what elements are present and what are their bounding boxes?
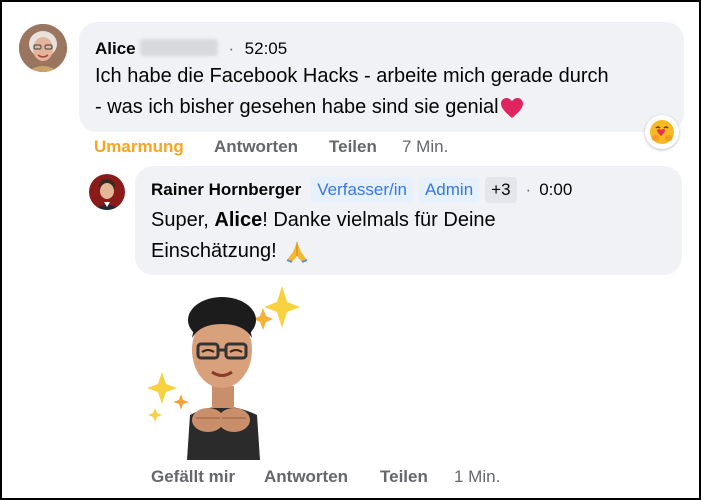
reply-button[interactable]: Antworten xyxy=(214,137,298,157)
reply-bubble: Rainer Hornberger Verfasser/in Admin +3 … xyxy=(135,166,682,275)
separator-dot: · xyxy=(525,180,532,199)
avatar-sticker[interactable] xyxy=(142,280,302,460)
comment-text-line2-row: - was ich bisher gesehen habe sind sie g… xyxy=(95,92,609,123)
avatar-alice[interactable] xyxy=(19,24,67,72)
author-badge[interactable]: Verfasser/in xyxy=(311,177,413,203)
reply-text-line2-row: Einschätzung! xyxy=(151,236,496,267)
hug-emoji-icon xyxy=(650,120,674,144)
reply-timestamp[interactable]: 0:00 xyxy=(539,180,572,200)
admin-badge[interactable]: Admin xyxy=(418,177,480,203)
hug-reaction-badge[interactable] xyxy=(645,115,679,149)
reply-reply-button[interactable]: Antworten xyxy=(264,467,348,487)
share-button[interactable]: Teilen xyxy=(329,137,377,157)
like-button[interactable]: Gefällt mir xyxy=(151,467,235,487)
blurred-surname xyxy=(140,39,219,56)
reply-text-rest: ! Danke vielmals für Deine xyxy=(262,209,496,231)
avatar-rainer[interactable] xyxy=(89,174,125,210)
avatar-alice-image xyxy=(19,24,67,72)
mention-alice[interactable]: Alice xyxy=(214,209,262,231)
reaction-hug-button[interactable]: Umarmung xyxy=(94,137,184,157)
sticker-image xyxy=(147,286,300,460)
reply-header: Rainer Hornberger Verfasser/in Admin +3 … xyxy=(151,177,572,203)
separator-dot: · xyxy=(228,39,235,58)
comment-text-line1: Ich habe die Facebook Hacks - arbeite mi… xyxy=(95,65,609,87)
comment-header: Alice · 52:05 xyxy=(95,39,287,59)
comment-timestamp[interactable]: 52:05 xyxy=(245,39,288,58)
reply-text-line1: Super, Alice! Danke vielmals für Deine xyxy=(151,205,496,236)
comment-thread: Alice · 52:05 Ich habe die Facebook Hack… xyxy=(2,2,699,498)
folded-hands-icon xyxy=(286,241,308,263)
reply-text-prefix: Super, xyxy=(151,209,215,231)
comment-text-line2: - was ich bisher gesehen habe sind sie g… xyxy=(95,96,499,118)
comment-bubble: Alice · 52:05 Ich habe die Facebook Hack… xyxy=(79,22,684,132)
comment-author[interactable]: Alice xyxy=(95,39,136,58)
reply-text: Super, Alice! Danke vielmals für Deine E… xyxy=(151,205,496,267)
reply-share-button[interactable]: Teilen xyxy=(380,467,428,487)
comment-age[interactable]: 7 Min. xyxy=(402,137,448,157)
avatar-rainer-image xyxy=(89,174,125,210)
reply-author[interactable]: Rainer Hornberger xyxy=(151,180,301,200)
red-heart-icon xyxy=(500,97,523,118)
reply-text-line2: Einschätzung! xyxy=(151,240,277,262)
comment-text: Ich habe die Facebook Hacks - arbeite mi… xyxy=(95,61,609,123)
reply-age[interactable]: 1 Min. xyxy=(454,467,500,487)
more-badges[interactable]: +3 xyxy=(485,177,517,203)
